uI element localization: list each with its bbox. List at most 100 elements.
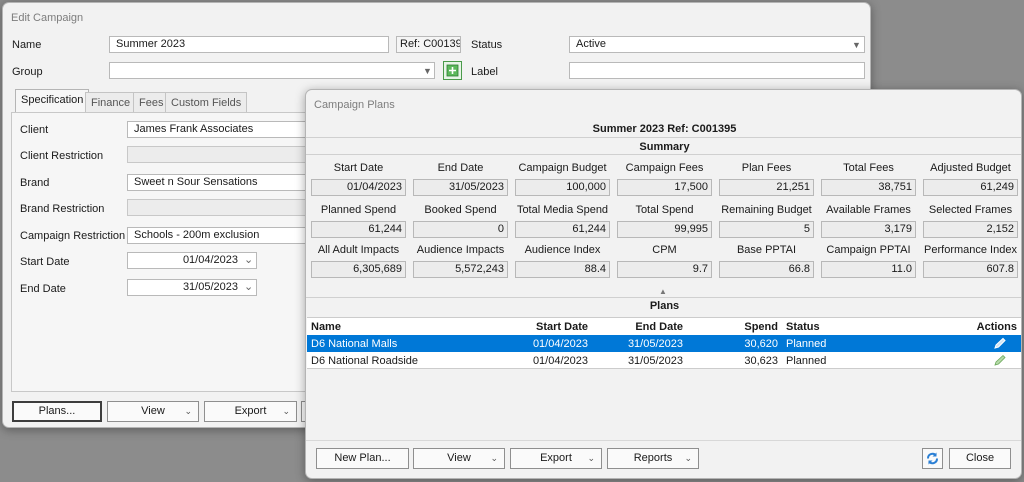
summary-heading: Summary [639,141,690,153]
plan-name: D6 National Malls [307,335,497,352]
summary-value: 01/04/2023 [311,179,406,196]
col-actions: Actions [976,320,1017,333]
view-dropdown-button[interactable]: View ⌄ [107,401,199,422]
summary-value: 6,305,689 [311,261,406,278]
divider [306,154,1021,155]
client-restriction-label: Client Restriction [20,150,104,162]
col-name[interactable]: Name [307,318,497,335]
summary-label: Campaign Budget [518,162,607,174]
table-row[interactable]: D6 National Roadside 01/04/2023 31/05/20… [307,352,1021,369]
view-button-label: View [141,405,165,417]
pencil-icon[interactable] [993,337,1007,350]
summary-label: All Adult Impacts [317,244,400,256]
tab-fees[interactable]: Fees [133,92,170,113]
table-header-row: Name Start Date End Date Spend Status Ac… [307,318,1021,335]
summary-value: 61,249 [923,179,1018,196]
summary-label: Performance Index [924,244,1017,256]
plan-start: 01/04/2023 [497,335,592,352]
plans-table-container: Name Start Date End Date Spend Status Ac… [307,317,1021,369]
ref-badge: Ref: C001395 [396,36,461,53]
status-select[interactable]: Active [569,36,865,53]
summary-label: Plan Fees [741,162,792,174]
summary-label: Audience Index [524,244,601,256]
table-row[interactable]: D6 National Malls 01/04/2023 31/05/2023 … [307,335,1021,352]
end-date-label: End Date [20,283,66,295]
summary-value: 0 [413,221,508,238]
summary-value: 31/05/2023 [413,179,508,196]
tab-finance[interactable]: Finance [85,92,137,113]
summary-label: Available Frames [826,204,911,216]
tab-specification[interactable]: Specification [15,89,90,113]
client-select[interactable]: James Frank Associates [127,121,327,138]
window-title: Edit Campaign [11,12,84,24]
brand-select[interactable]: Sweet n Sour Sensations [127,174,327,191]
plans-table: Name Start Date End Date Spend Status Ac… [307,318,1021,369]
end-date-value: 31/05/2023 [182,281,238,293]
client-restriction-field [127,146,327,163]
refresh-button[interactable] [922,448,943,469]
reports-label: Reports [633,452,673,464]
chevron-down-icon: ⌄ [587,453,595,463]
plan-spend: 30,620 [687,335,782,352]
plans-heading: Plans [649,300,680,312]
plan-end: 31/05/2023 [627,354,683,367]
plan-status: Planned [786,354,827,367]
plus-icon [446,64,459,77]
name-input[interactable]: Summer 2023 [109,36,389,53]
summary-label: Total Media Spend [516,204,609,216]
name-label: Name [12,39,42,51]
chevron-down-icon[interactable]: ▼ [852,40,861,50]
footer-divider [306,440,1021,441]
summary-value: 99,995 [617,221,712,238]
label-input[interactable] [569,62,865,79]
refresh-icon [927,452,938,465]
summary-value: 5,572,243 [413,261,508,278]
summary-label: Audience Impacts [416,244,505,256]
start-date-value: 01/04/2023 [182,254,238,266]
collapse-arrow-icon[interactable]: ▲ [659,287,667,296]
chevron-down-icon: ⌄ [490,453,498,463]
new-plan-label: New Plan... [334,452,391,464]
start-date-picker[interactable]: 01/04/2023 [127,252,257,269]
export-dropdown-button[interactable]: Export ⌄ [204,401,297,422]
edit-plan-action[interactable] [862,335,1021,352]
start-date-label: Start Date [20,256,70,268]
window-title: Campaign Plans [314,99,395,111]
add-group-button[interactable] [443,61,462,80]
close-button[interactable]: Close [949,448,1011,469]
view-dropdown-button[interactable]: View ⌄ [413,448,505,469]
summary-value: 66.8 [719,261,814,278]
chevron-down-icon[interactable]: ⌄ [244,280,253,293]
group-select[interactable] [109,62,435,79]
group-label: Group [12,66,43,78]
plan-end: 31/05/2023 [592,335,687,352]
summary-value: 88.4 [515,261,610,278]
divider [306,137,1021,138]
plan-start: 01/04/2023 [532,354,588,367]
summary-value: 9.7 [617,261,712,278]
pencil-icon[interactable] [993,354,1007,367]
col-status[interactable]: Status [782,318,862,335]
summary-label: CPM [652,244,677,256]
view-label: View [447,452,471,464]
new-plan-button[interactable]: New Plan... [316,448,409,469]
tab-custom-fields[interactable]: Custom Fields [165,92,248,113]
summary-value: 61,244 [311,221,406,238]
chevron-down-icon[interactable]: ⌄ [244,253,253,266]
export-dropdown-button[interactable]: Export ⌄ [510,448,602,469]
brand-label: Brand [20,177,50,189]
chevron-down-icon[interactable]: ▼ [423,66,432,76]
summary-label: Adjusted Budget [930,162,1011,174]
end-date-picker[interactable]: 31/05/2023 [127,279,257,296]
col-start-date[interactable]: Start Date [497,318,592,335]
plans-button[interactable]: Plans... [12,401,102,422]
summary-label: Campaign PPTAI [826,244,911,256]
plan-name: D6 National Roadside [311,354,419,367]
reports-dropdown-button[interactable]: Reports ⌄ [607,448,699,469]
col-spend[interactable]: Spend [687,318,782,335]
plan-status: Planned [782,335,862,352]
campaign-restriction-select[interactable]: Schools - 200m exclusion [127,227,327,244]
edit-plan-action[interactable] [862,352,1021,369]
chevron-down-icon: ⌄ [282,406,290,416]
col-end-date[interactable]: End Date [592,318,687,335]
